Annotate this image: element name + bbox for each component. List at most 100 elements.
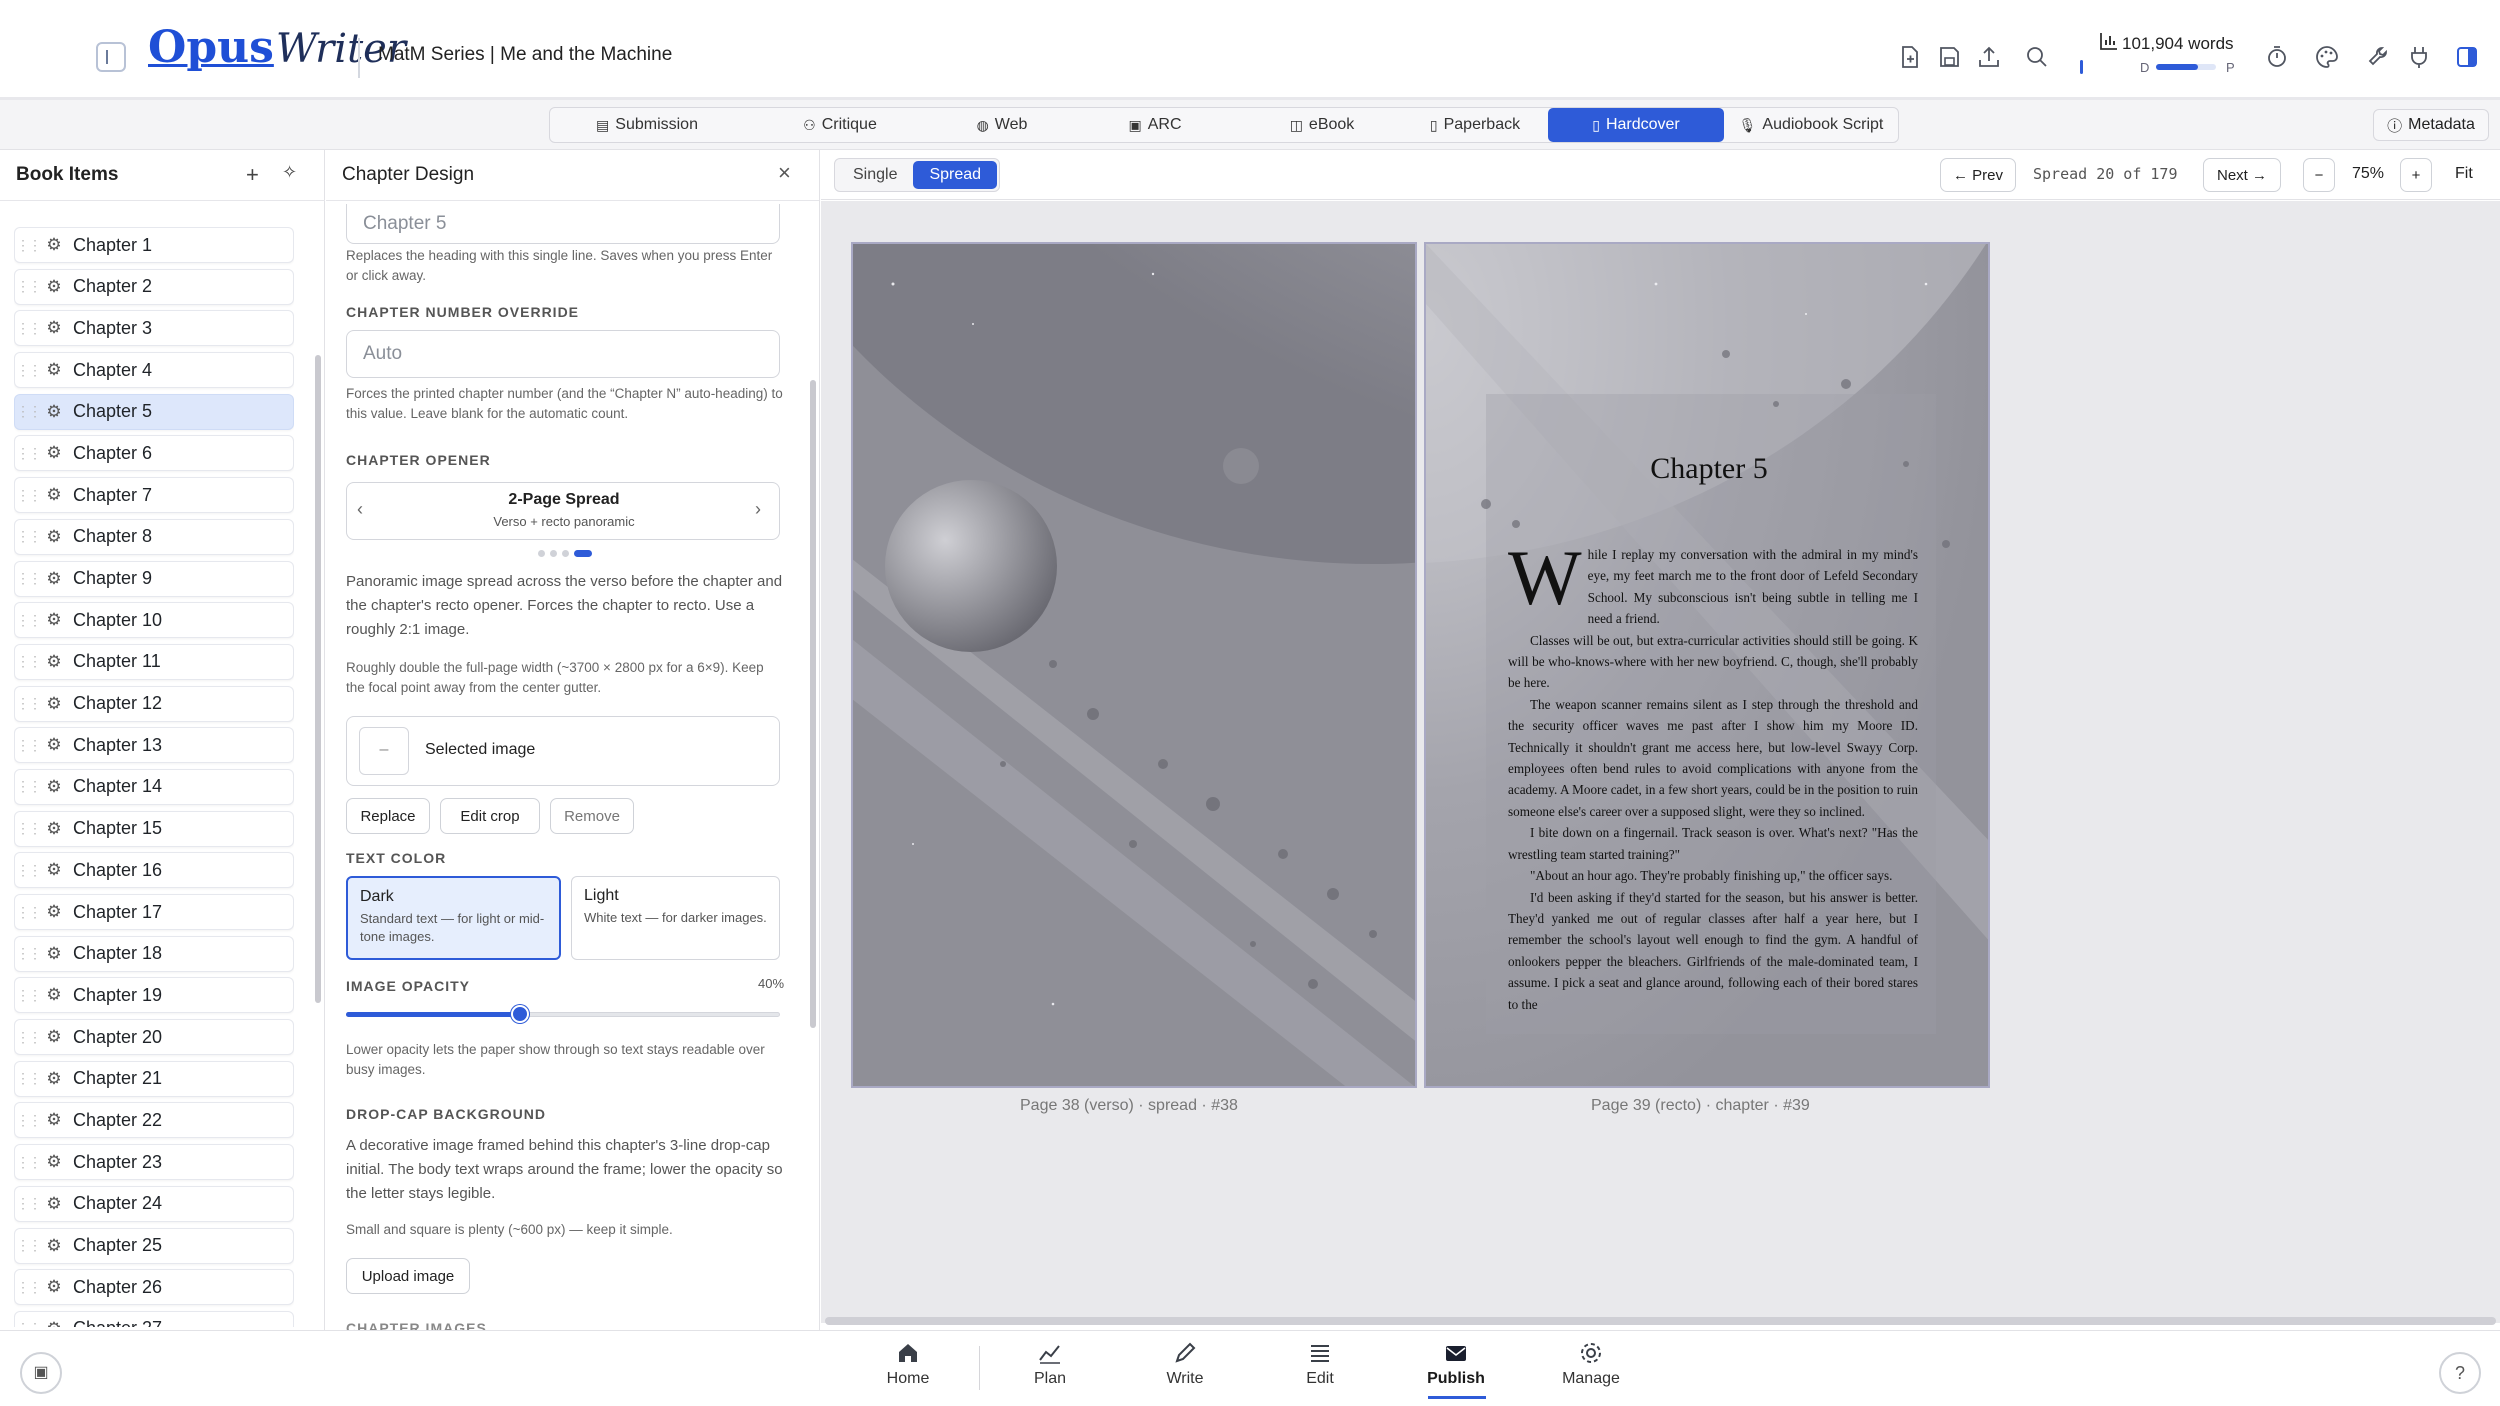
drag-handle-icon[interactable]: ⋮⋮	[15, 862, 42, 879]
recto-page[interactable]: Chapter 5 While I replay my conversation…	[1424, 242, 1990, 1088]
gear-icon[interactable]: ⚙	[41, 1027, 67, 1047]
chapter-list-item[interactable]: ⋮⋮ ⚙ Chapter 14	[14, 768, 294, 805]
save-icon[interactable]	[1936, 44, 1962, 70]
drag-handle-icon[interactable]: ⋮⋮	[15, 778, 42, 795]
nav-manage[interactable]: Manage	[1541, 1340, 1641, 1400]
gear-icon[interactable]: ⚙	[41, 1236, 67, 1256]
chevron-right-icon[interactable]: ›	[755, 499, 761, 520]
new-document-icon[interactable]	[1896, 44, 1922, 70]
chapter-list-item[interactable]: ⋮⋮ ⚙ Chapter 15	[14, 810, 294, 847]
lock-icon[interactable]: ▣	[20, 1352, 62, 1394]
verso-page[interactable]	[851, 242, 1417, 1088]
nav-edit[interactable]: Edit	[1270, 1340, 1370, 1400]
drag-handle-icon[interactable]: ⋮⋮	[15, 278, 42, 295]
chapter-list-item[interactable]: ⋮⋮ ⚙ Chapter 6	[14, 435, 294, 472]
chapter-list-item[interactable]: ⋮⋮ ⚙ Chapter 10	[14, 602, 294, 639]
carousel-dot[interactable]	[538, 549, 545, 557]
upload-icon[interactable]	[1976, 44, 2002, 70]
horizontal-scrollbar[interactable]	[825, 1317, 2496, 1325]
gear-icon[interactable]: ⚙	[41, 1277, 67, 1297]
nav-publish[interactable]: Publish	[1406, 1340, 1506, 1400]
chapter-list-item[interactable]: ⋮⋮ ⚙ Chapter 2	[14, 268, 294, 305]
drag-handle-icon[interactable]: ⋮⋮	[15, 445, 42, 462]
upload-image-button[interactable]: Upload image	[346, 1258, 470, 1294]
sparkle-icon[interactable]: ✧	[282, 162, 297, 183]
gear-icon[interactable]: ⚙	[41, 1194, 67, 1214]
drag-handle-icon[interactable]: ⋮⋮	[15, 1070, 42, 1087]
chapter-list-item[interactable]: ⋮⋮ ⚙ Chapter 19	[14, 977, 294, 1014]
metadata-button[interactable]: ⓘ Metadata	[2373, 109, 2489, 141]
drag-handle-icon[interactable]: ⋮⋮	[15, 237, 42, 254]
opacity-slider-thumb[interactable]	[510, 1005, 529, 1023]
gear-icon[interactable]: ⚙	[41, 235, 67, 255]
timer-icon[interactable]	[2264, 44, 2290, 70]
remove-button[interactable]: Remove	[550, 798, 634, 834]
tab-arc[interactable]: ▣ ARC	[1068, 108, 1242, 142]
wrench-icon[interactable]	[2366, 44, 2392, 70]
chapter-list-item[interactable]: ⋮⋮ ⚙ Chapter 24	[14, 1185, 294, 1222]
edit-crop-button[interactable]: Edit crop	[440, 798, 540, 834]
chapter-list-item[interactable]: ⋮⋮ ⚙ Chapter 12	[14, 685, 294, 722]
sidebar-toggle-icon[interactable]	[96, 42, 126, 72]
nav-plan[interactable]: Plan	[1000, 1340, 1100, 1400]
chapter-list-item[interactable]: ⋮⋮ ⚙ Chapter 22	[14, 1102, 294, 1139]
text-color-light[interactable]: Light White text — for darker images.	[571, 876, 780, 960]
gear-icon[interactable]: ⚙	[41, 1152, 67, 1172]
gear-icon[interactable]: ⚙	[41, 1319, 67, 1327]
gear-icon[interactable]: ⚙	[41, 277, 67, 297]
palette-icon[interactable]	[2314, 44, 2340, 70]
carousel-dot[interactable]	[562, 549, 569, 557]
chapter-list-item[interactable]: ⋮⋮ ⚙ Chapter 21	[14, 1060, 294, 1097]
tab-ebook[interactable]: ◫ eBook	[1242, 108, 1402, 142]
chapter-list-item[interactable]: ⋮⋮ ⚙ Chapter 4	[14, 352, 294, 389]
tab-hardcover[interactable]: ▯ Hardcover	[1548, 108, 1724, 142]
drag-handle-icon[interactable]: ⋮⋮	[15, 653, 42, 670]
chapter-list-item[interactable]: ⋮⋮ ⚙ Chapter 1	[14, 227, 294, 263]
drag-handle-icon[interactable]: ⋮⋮	[15, 487, 42, 504]
plug-icon[interactable]	[2406, 44, 2432, 70]
text-color-dark[interactable]: Dark Standard text — for light or mid-to…	[346, 876, 561, 960]
gear-icon[interactable]: ⚙	[41, 777, 67, 797]
chapter-list-item[interactable]: ⋮⋮ ⚙ Chapter 3	[14, 310, 294, 347]
tab-submission[interactable]: ▤ Submission	[550, 108, 744, 142]
gear-icon[interactable]: ⚙	[41, 694, 67, 714]
gear-icon[interactable]: ⚙	[41, 443, 67, 463]
gear-icon[interactable]: ⚙	[41, 402, 67, 422]
drag-handle-icon[interactable]: ⋮⋮	[15, 1029, 42, 1046]
app-logo[interactable]: Opus Writer	[148, 22, 406, 82]
carousel-dot-active[interactable]	[574, 549, 592, 557]
fit-button[interactable]: Fit	[2455, 165, 2473, 183]
tab-web[interactable]: ◍ Web	[936, 108, 1068, 142]
drag-handle-icon[interactable]: ⋮⋮	[15, 820, 42, 837]
view-single-button[interactable]: Single	[837, 161, 913, 189]
drag-handle-icon[interactable]: ⋮⋮	[15, 362, 42, 379]
chapter-list-item[interactable]: ⋮⋮⚙ Chapter 27	[14, 1310, 294, 1327]
tab-paperback[interactable]: ▯ Paperback	[1402, 108, 1548, 142]
chapter-list-item[interactable]: ⋮⋮ ⚙ Chapter 23	[14, 1144, 294, 1181]
drag-handle-icon[interactable]: ⋮⋮	[15, 1279, 42, 1296]
drag-handle-icon[interactable]: ⋮⋮	[15, 612, 42, 629]
gear-icon[interactable]: ⚙	[41, 485, 67, 505]
nav-write[interactable]: Write	[1135, 1340, 1235, 1400]
gear-icon[interactable]: ⚙	[41, 944, 67, 964]
chapter-list-item[interactable]: ⋮⋮ ⚙ Chapter 17	[14, 894, 294, 930]
chapter-list-item[interactable]: ⋮⋮ ⚙ Chapter 11	[14, 643, 294, 680]
gear-icon[interactable]: ⚙	[41, 360, 67, 380]
scrollbar[interactable]	[315, 355, 321, 1003]
drag-handle-icon[interactable]: ⋮⋮	[15, 528, 42, 545]
chapter-list-item[interactable]: ⋮⋮ ⚙ Chapter 5	[14, 393, 294, 430]
drag-handle-icon[interactable]: ⋮⋮	[15, 1237, 42, 1254]
carousel-dot[interactable]	[550, 549, 557, 557]
nav-home[interactable]: Home	[858, 1340, 958, 1400]
chapter-list-item[interactable]: ⋮⋮ ⚙ Chapter 13	[14, 727, 294, 764]
drag-handle-icon[interactable]: ⋮⋮	[15, 1320, 42, 1327]
gear-icon[interactable]: ⚙	[41, 527, 67, 547]
gear-icon[interactable]: ⚙	[41, 819, 67, 839]
drag-handle-icon[interactable]: ⋮⋮	[15, 320, 42, 337]
help-icon[interactable]: ?	[2439, 1352, 2481, 1394]
zoom-out-button[interactable]: −	[2303, 158, 2335, 192]
drag-handle-icon[interactable]: ⋮⋮	[15, 737, 42, 754]
drag-handle-icon[interactable]: ⋮⋮	[15, 570, 42, 587]
gear-icon[interactable]: ⚙	[41, 735, 67, 755]
chapter-list-item[interactable]: ⋮⋮ ⚙ Chapter 8	[14, 518, 294, 555]
